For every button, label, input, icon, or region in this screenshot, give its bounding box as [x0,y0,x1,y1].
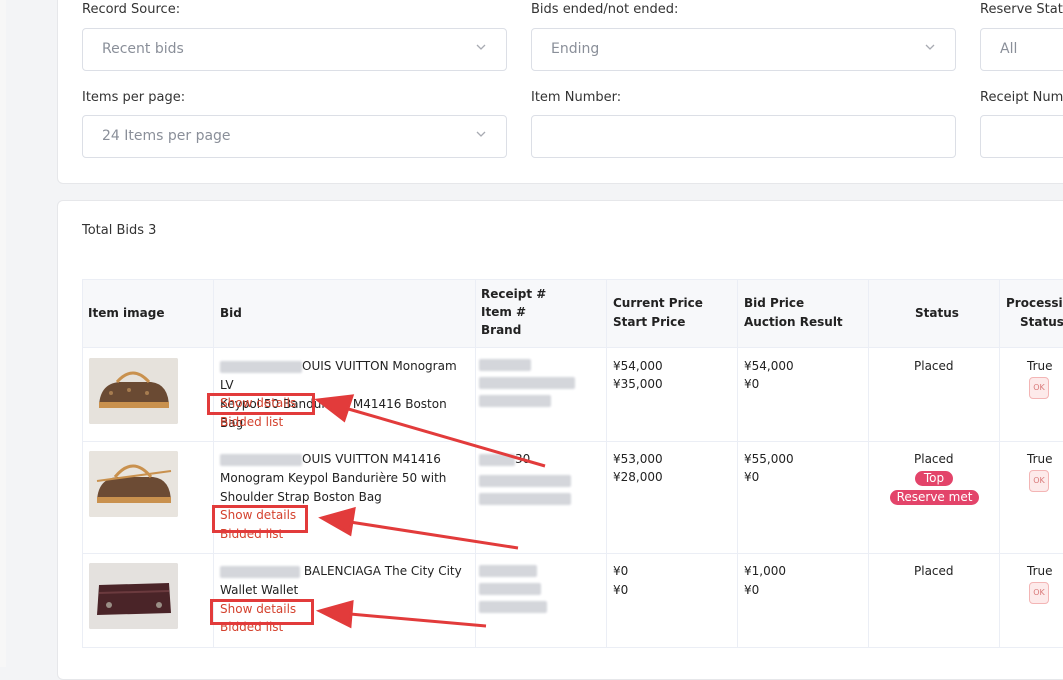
column-divider [606,279,607,648]
column-divider [737,279,738,648]
header-item-number: Item # [481,305,527,319]
header-processing-status: Status [1020,315,1063,329]
column-divider [82,279,83,648]
bid-title[interactable]: BALENCIAGA The City City Wallet Wallet [220,562,472,600]
row-divider [82,441,1063,442]
current-price: ¥54,000 [613,359,663,373]
left-edge-strip [0,0,6,667]
reserve-status-label: Reserve Statu [980,2,1063,17]
receipt-info-redacted [479,565,547,613]
bids-ended-label: Bids ended/not ended: [531,2,679,17]
header-start-price: Start Price [613,315,686,329]
status-text: Placed [914,452,954,466]
redacted-text [220,565,300,578]
record-source-select[interactable]: Recent bids [82,28,507,71]
row-divider [82,553,1063,554]
record-source-value: Recent bids [102,41,184,57]
boston-bag-image [89,358,178,424]
redacted-text [220,360,302,373]
bid-price: ¥1,000 [744,564,786,578]
column-divider [999,279,1000,648]
chevron-down-icon [925,44,935,50]
column-divider [475,279,476,648]
chevron-down-icon [476,44,486,50]
auction-result: ¥0 [744,583,760,597]
header-processing: Processin [1006,296,1063,310]
annotation-highlight-box [212,505,308,533]
reserve-met-badge: Reserve met [890,490,979,505]
start-price: ¥28,000 [613,470,663,484]
processing-status: True [1027,359,1053,373]
bidded-list-link[interactable]: Bidded list [220,415,283,429]
start-price: ¥35,000 [613,377,663,391]
receipt-info-redacted: 30 [479,450,571,505]
item-thumbnail[interactable] [89,563,178,629]
bid-price: ¥54,000 [744,359,794,373]
auction-result: ¥0 [744,470,760,484]
header-current-price: Current Price [613,296,703,310]
top-badge: Top [915,471,953,486]
bids-ended-value: Ending [551,41,600,57]
annotation-highlight-box [210,599,314,625]
receipt-number-input[interactable] [980,115,1063,158]
start-price: ¥0 [613,583,629,597]
header-item-image: Item image [88,306,165,320]
bid-title[interactable]: OUIS VUITTON M41416 Monogram Keypol Band… [220,450,472,507]
redacted-text [220,453,302,466]
item-thumbnail[interactable] [89,358,178,424]
header-brand: Brand [481,323,522,337]
column-divider [213,279,214,648]
auction-result: ¥0 [744,377,760,391]
ok-button[interactable]: OK [1029,470,1049,492]
current-price: ¥53,000 [613,452,663,466]
item-thumbnail[interactable] [89,451,178,517]
header-bid: Bid [220,306,242,320]
bids-table: Item image Bid Receipt # Item # Brand Cu… [82,279,1063,648]
processing-status: True [1027,564,1053,578]
ok-button[interactable]: OK [1029,377,1049,399]
reserve-status-select[interactable]: All [980,28,1063,71]
status-text: Placed [914,359,954,373]
wallet-image [89,563,178,629]
header-status: Status [915,306,959,320]
item-number-input[interactable] [531,115,956,158]
receipt-info-redacted [479,359,575,407]
items-per-page-label: Items per page: [82,90,186,105]
status-text: Placed [914,564,954,578]
receipt-number-label: Receipt Num [980,90,1063,105]
boston-bag-image [89,451,178,517]
bid-price: ¥55,000 [744,452,794,466]
ok-button[interactable]: OK [1029,582,1049,604]
header-auction-result: Auction Result [744,315,843,329]
header-bid-price: Bid Price [744,296,805,310]
bids-ended-select[interactable]: Ending [531,28,956,71]
record-source-label: Record Source: [82,2,181,17]
row-divider [82,647,1063,648]
annotation-highlight-box [207,393,315,415]
item-number-label: Item Number: [531,90,622,105]
chevron-down-icon [476,131,486,137]
reserve-status-value: All [1000,41,1018,57]
items-per-page-value: 24 Items per page [102,128,231,144]
processing-status: True [1027,452,1053,466]
header-receipt: Receipt # [481,287,547,301]
current-price: ¥0 [613,564,629,578]
column-divider [868,279,869,648]
items-per-page-select[interactable]: 24 Items per page [82,115,507,158]
total-bids: Total Bids 3 [82,223,157,238]
